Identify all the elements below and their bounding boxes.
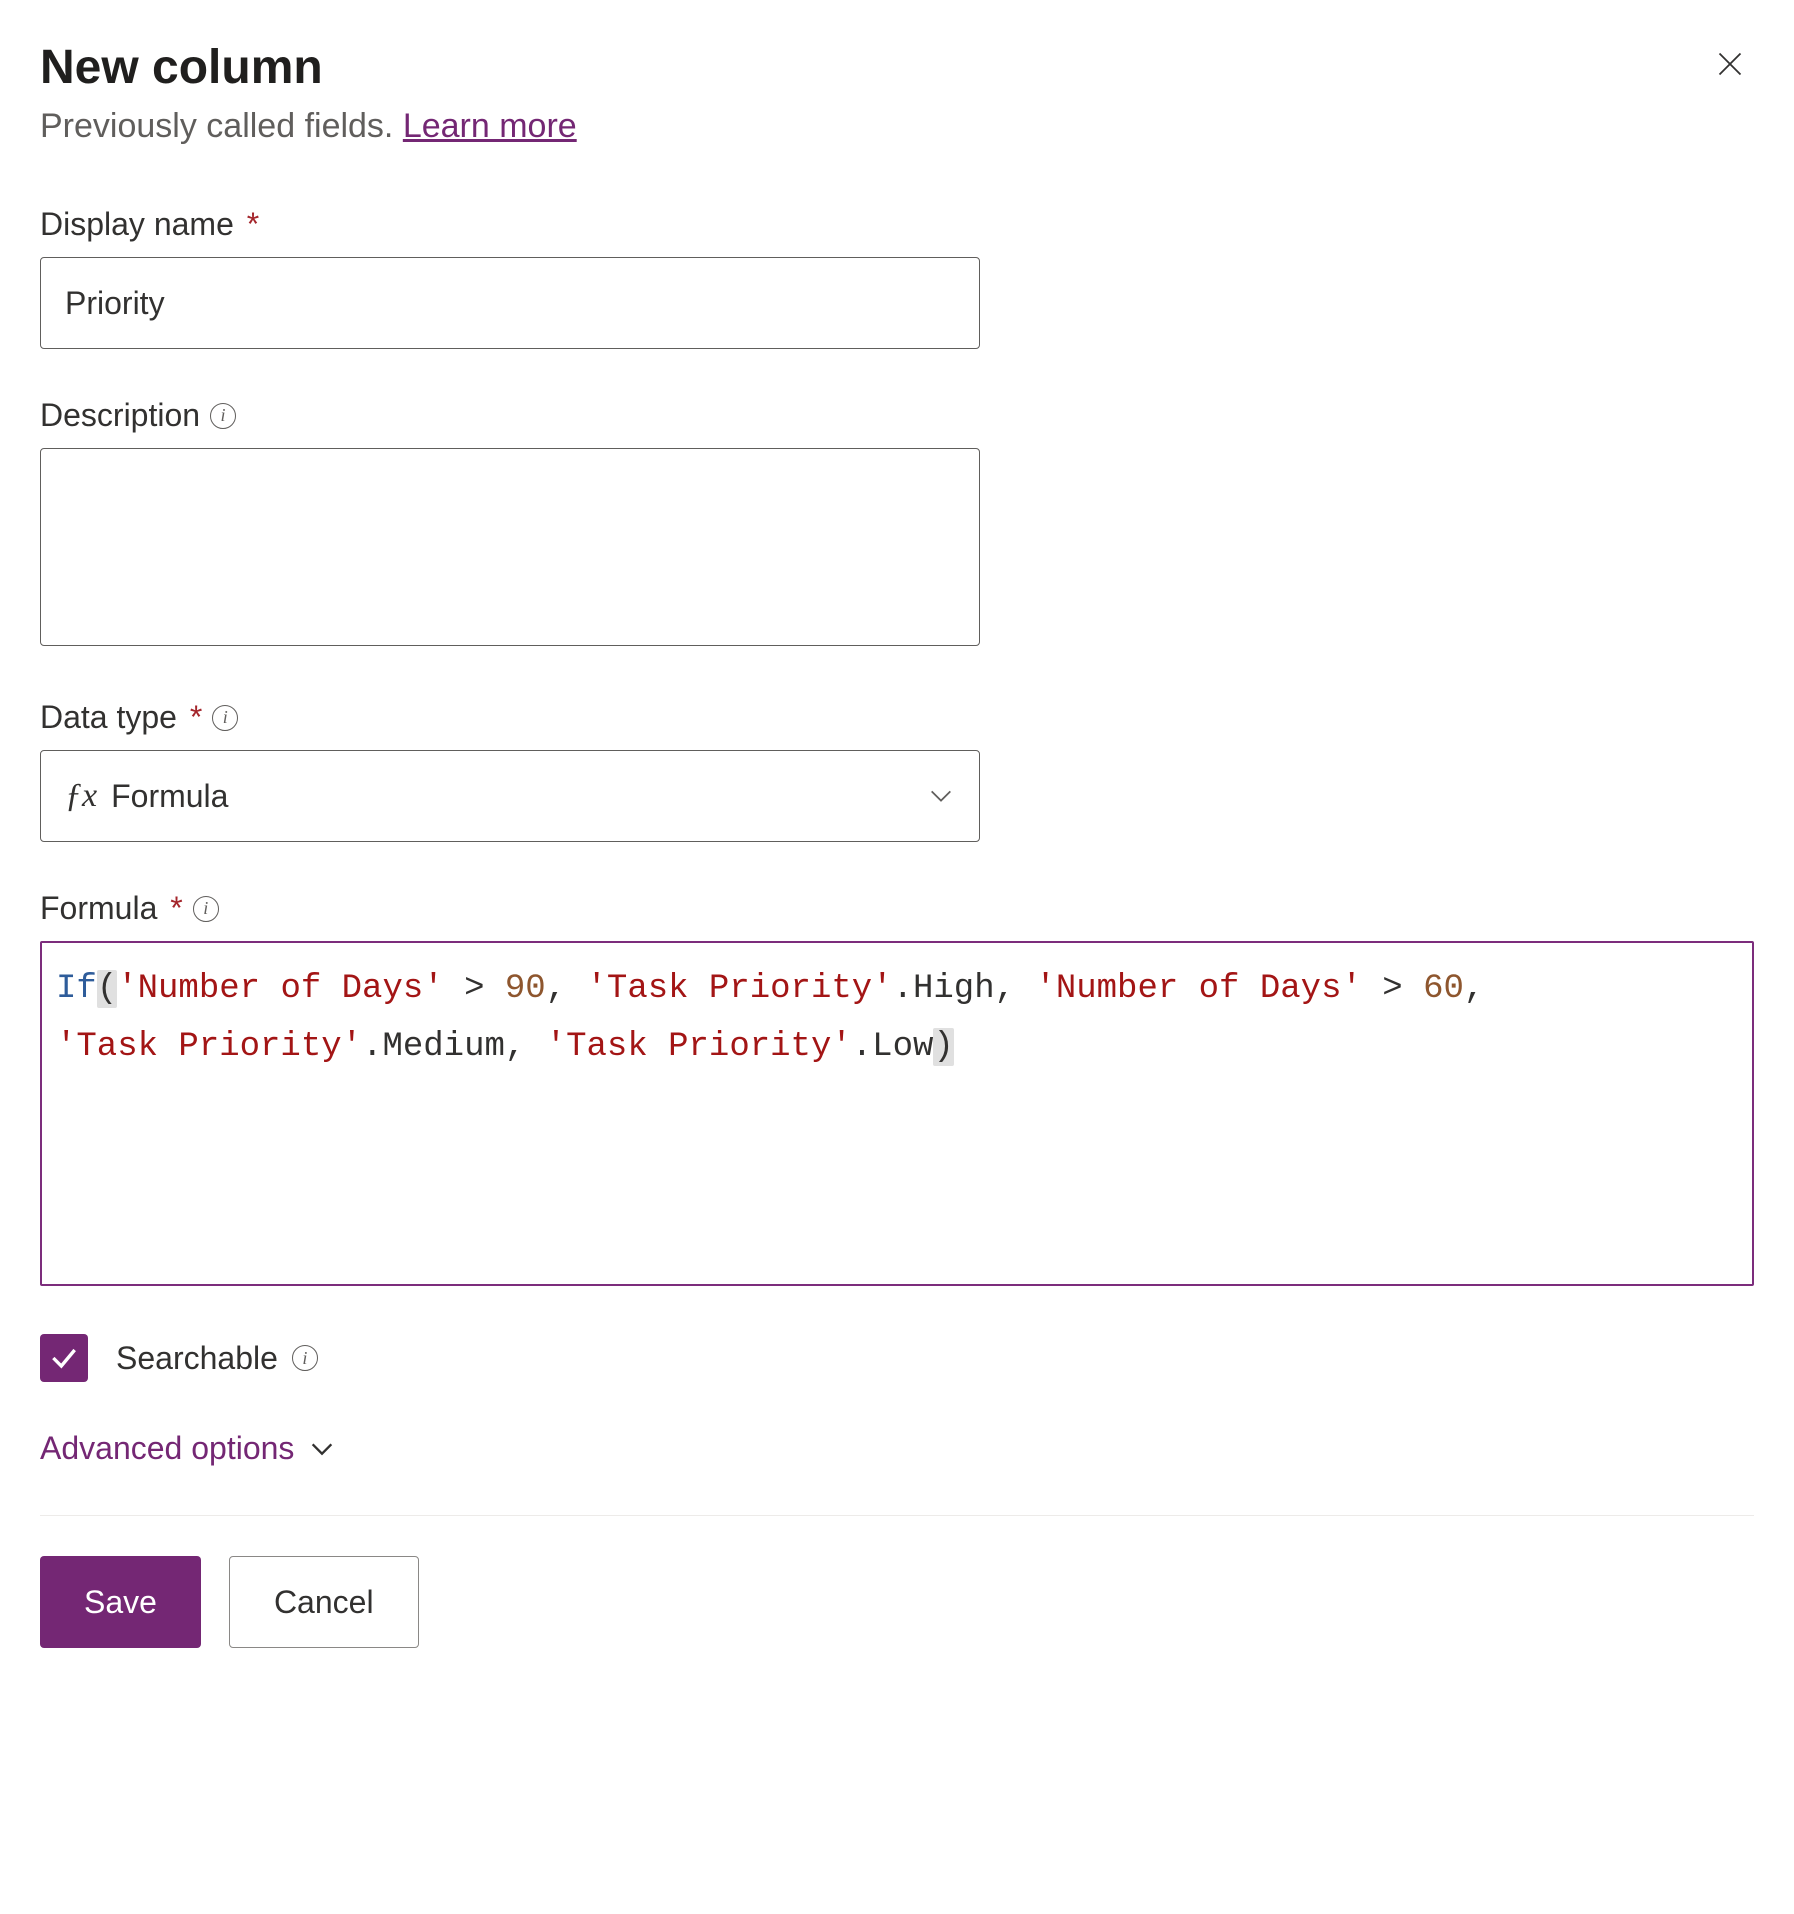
new-column-panel: New column Previously called fields. Lea… xyxy=(40,40,1754,1648)
chevron-down-icon xyxy=(308,1435,336,1463)
formula-label: Formula * i xyxy=(40,890,1754,927)
fx-icon: ƒx xyxy=(65,777,97,815)
description-field: Description i xyxy=(40,397,1754,651)
required-mark: * xyxy=(238,206,259,242)
required-mark: * xyxy=(181,699,202,735)
info-icon[interactable]: i xyxy=(292,1345,318,1371)
panel-title: New column xyxy=(40,40,1754,95)
description-input[interactable] xyxy=(40,448,980,646)
formula-field: Formula * i If('Number of Days' > 90, 'T… xyxy=(40,890,1754,1286)
learn-more-link[interactable]: Learn more xyxy=(403,107,577,145)
data-type-label: Data type * i xyxy=(40,699,1754,736)
close-button[interactable] xyxy=(1706,40,1754,88)
display-name-input[interactable] xyxy=(40,257,980,349)
description-label: Description i xyxy=(40,397,1754,434)
data-type-select[interactable]: ƒx Formula xyxy=(40,750,980,842)
info-icon[interactable]: i xyxy=(212,705,238,731)
chevron-down-icon xyxy=(927,782,955,810)
formula-editor[interactable]: If('Number of Days' > 90, 'Task Priority… xyxy=(40,941,1754,1286)
subtitle-text: Previously called fields. xyxy=(40,107,403,145)
cancel-button[interactable]: Cancel xyxy=(229,1556,419,1648)
searchable-label: Searchable i xyxy=(116,1340,318,1377)
required-mark: * xyxy=(161,890,182,926)
panel-subtitle: Previously called fields. Learn more xyxy=(40,107,1754,146)
close-icon xyxy=(1716,50,1744,78)
panel-footer: Save Cancel xyxy=(40,1515,1754,1648)
info-icon[interactable]: i xyxy=(193,896,219,922)
searchable-checkbox[interactable] xyxy=(40,1334,88,1382)
data-type-field: Data type * i ƒx Formula xyxy=(40,699,1754,842)
check-icon xyxy=(48,1342,80,1374)
info-icon[interactable]: i xyxy=(210,403,236,429)
display-name-label: Display name * xyxy=(40,206,1754,243)
searchable-row: Searchable i xyxy=(40,1334,1754,1382)
display-name-field: Display name * xyxy=(40,206,1754,349)
save-button[interactable]: Save xyxy=(40,1556,201,1648)
data-type-value: Formula xyxy=(111,778,228,815)
advanced-options-toggle[interactable]: Advanced options xyxy=(40,1430,1754,1467)
